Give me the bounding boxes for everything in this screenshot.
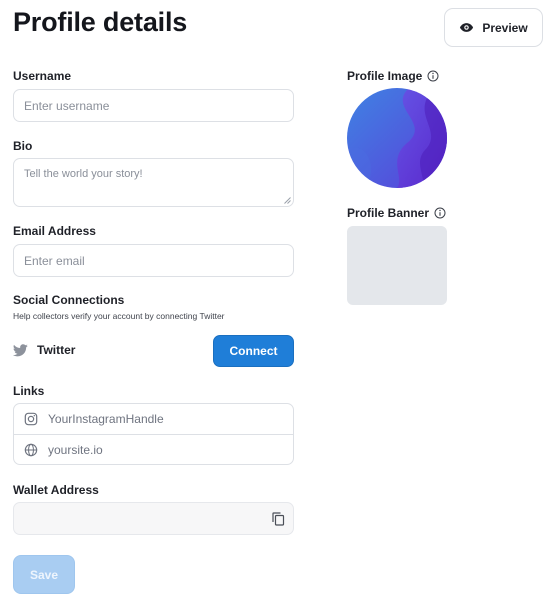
- profile-banner-label-text: Profile Banner: [347, 206, 430, 220]
- avatar-gradient-art: [347, 88, 447, 188]
- preview-button[interactable]: Preview: [444, 8, 543, 47]
- social-connections-label: Social Connections: [13, 293, 125, 307]
- bio-placeholder: Tell the world your story!: [24, 168, 143, 180]
- username-label: Username: [13, 69, 72, 83]
- info-icon[interactable]: [427, 70, 439, 82]
- eye-icon: [460, 23, 474, 32]
- resize-grip-icon[interactable]: [284, 197, 291, 204]
- twitter-row: Twitter: [13, 343, 75, 357]
- profile-image-label: Profile Image: [347, 69, 439, 83]
- instagram-icon: [24, 412, 38, 426]
- instagram-input[interactable]: YourInstagramHandle: [14, 404, 293, 434]
- links-label: Links: [13, 384, 45, 398]
- wallet-address-field: [13, 502, 294, 535]
- wallet-address-label: Wallet Address: [13, 483, 99, 497]
- username-placeholder: Enter username: [24, 98, 110, 113]
- profile-image[interactable]: [347, 88, 447, 188]
- instagram-placeholder: YourInstagramHandle: [48, 412, 164, 426]
- preview-label: Preview: [482, 20, 528, 35]
- website-input[interactable]: yoursite.io: [14, 434, 293, 464]
- website-placeholder: yoursite.io: [48, 442, 103, 457]
- bio-textarea[interactable]: Tell the world your story!: [13, 158, 294, 207]
- profile-banner-label: Profile Banner: [347, 206, 446, 220]
- email-input[interactable]: Enter email: [13, 244, 294, 277]
- social-help-text: Help collectors verify your account by c…: [13, 311, 225, 321]
- info-icon[interactable]: [434, 207, 446, 219]
- profile-image-label-text: Profile Image: [347, 69, 423, 83]
- copy-icon[interactable]: [272, 512, 285, 526]
- email-placeholder: Enter email: [24, 253, 85, 268]
- email-label: Email Address: [13, 224, 96, 238]
- twitter-icon: [13, 343, 28, 356]
- links-box: YourInstagramHandle yoursite.io: [13, 403, 294, 465]
- page-title: Profile details: [13, 7, 188, 37]
- bio-label: Bio: [13, 139, 33, 153]
- profile-banner[interactable]: [347, 226, 447, 305]
- username-input[interactable]: Enter username: [13, 89, 294, 122]
- twitter-label: Twitter: [37, 343, 76, 357]
- connect-twitter-button[interactable]: Connect: [213, 335, 294, 367]
- save-button[interactable]: Save: [13, 555, 75, 594]
- globe-icon: [24, 443, 38, 456]
